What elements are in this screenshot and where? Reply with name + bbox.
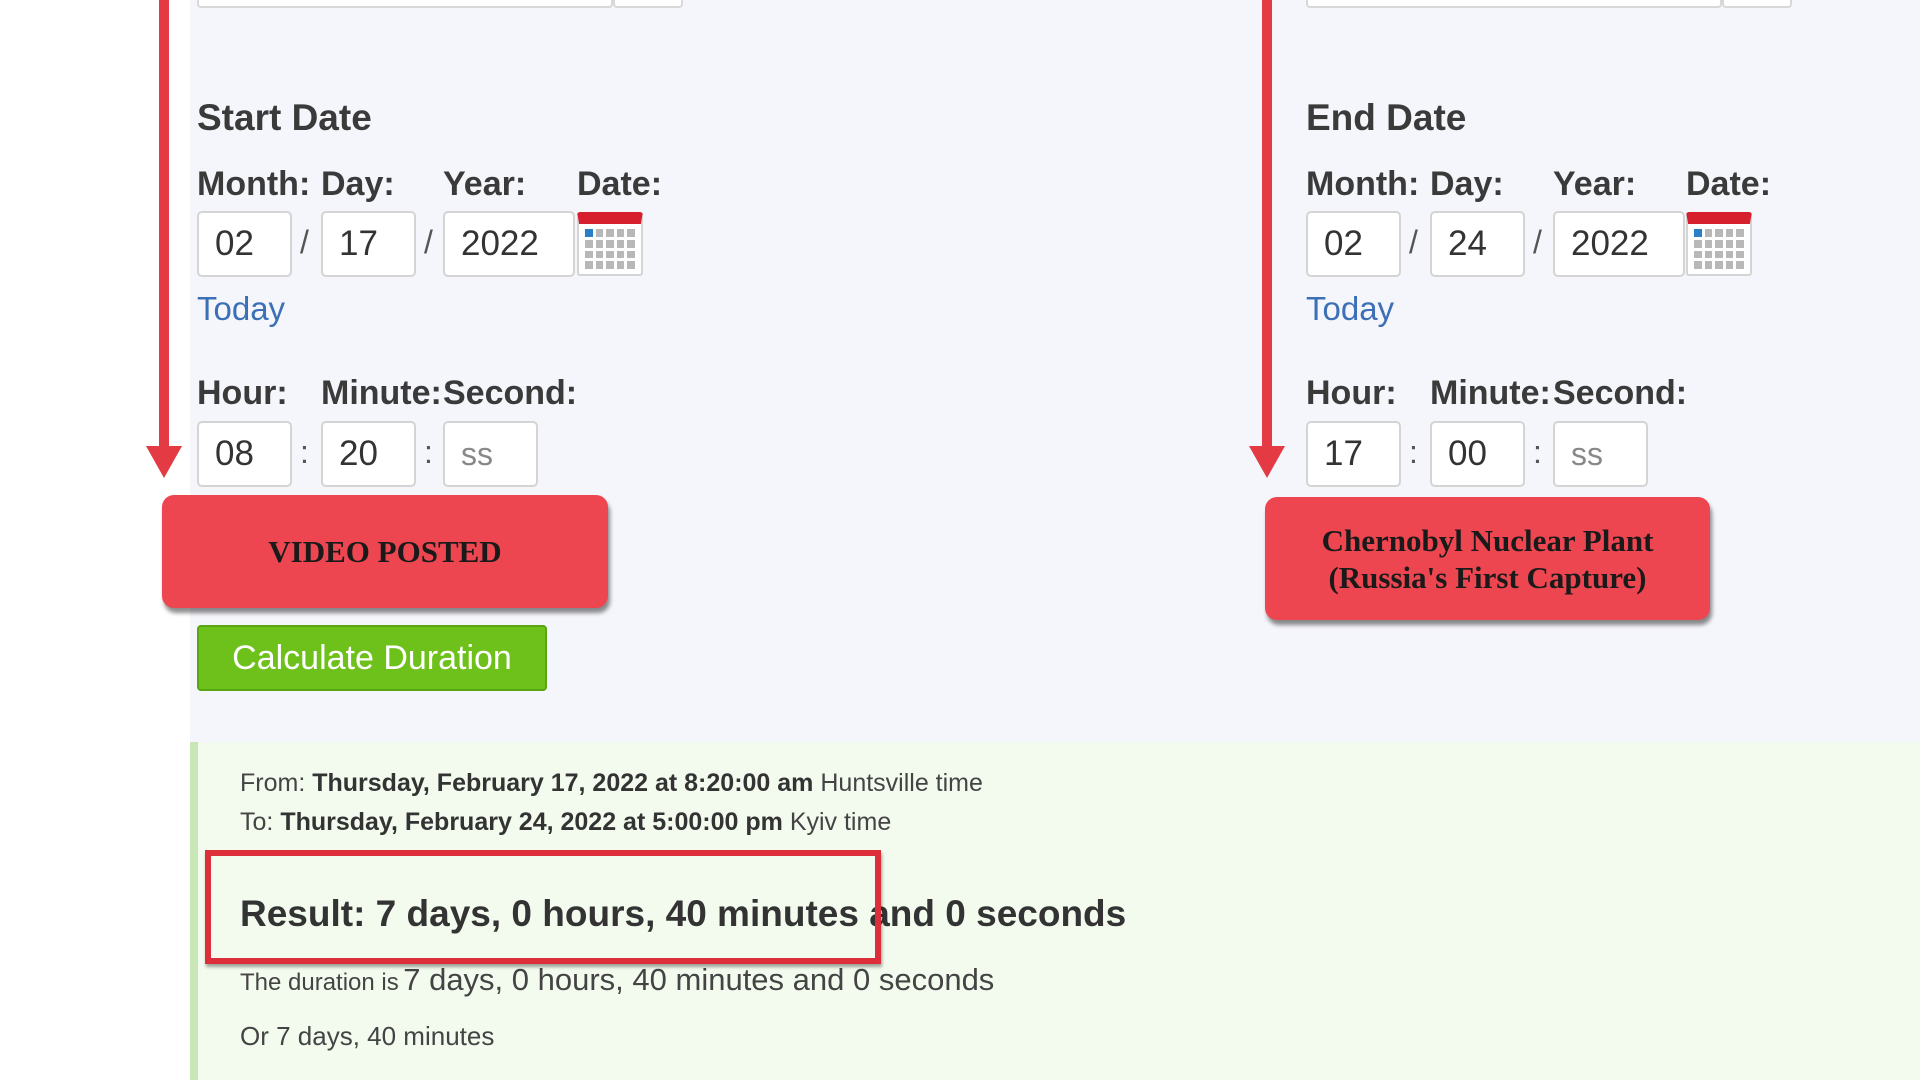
chernobyl-annotation-line-1: Chernobyl Nuclear Plant [1321,522,1654,558]
end-year-label: Year: [1553,165,1637,203]
result-highlight-box [205,850,881,964]
end-year-input[interactable]: 2022 [1553,211,1685,277]
start-minute-input[interactable]: 20 [321,421,416,487]
result-duration-prefix: The duration is [240,969,399,996]
start-year-input[interactable]: 2022 [443,211,575,277]
page: Start Date Month: Day: Year: Date: 02 / … [0,0,1920,1080]
end-time-separator-1: : [1409,434,1418,470]
end-hour-label: Hour: [1306,374,1397,412]
end-today-link[interactable]: Today [1306,290,1394,328]
start-date-separator-1: / [300,224,309,260]
end-hour-input[interactable]: 17 [1306,421,1401,487]
start-today-link[interactable]: Today [197,290,285,328]
start-day-input[interactable]: 17 [321,211,416,277]
start-time-separator-2: : [424,434,433,470]
start-hour-label: Hour: [197,374,288,412]
result-to-suffix: Kyiv time [789,808,892,836]
start-minute-label: Minute: [321,374,442,412]
timezone-button-start[interactable] [613,0,683,8]
end-second-label: Second: [1553,374,1688,412]
result-duration-line: The duration is 7 days, 0 hours, 40 minu… [240,962,994,998]
start-month-input[interactable]: 02 [197,211,292,277]
end-day-input[interactable]: 24 [1430,211,1525,277]
chernobyl-annotation: Chernobyl Nuclear Plant (Russia's First … [1265,497,1710,620]
end-second-input[interactable]: ss [1553,421,1648,487]
result-from-line: From: Thursday, February 17, 2022 at 8:2… [240,769,983,798]
end-day-label: Day: [1430,165,1504,203]
result-to-line: To: Thursday, February 24, 2022 at 5:00:… [240,808,891,837]
start-arrow-line [159,0,169,448]
end-date-separator-1: / [1409,224,1418,260]
result-from-suffix: Huntsville time [820,769,983,797]
result-alt-line: Or 7 days, 40 minutes [240,1021,495,1051]
result-from-prefix: From: [240,769,306,797]
end-arrow-head [1249,446,1285,478]
end-minute-label: Minute: [1430,374,1551,412]
timezone-select-start[interactable] [197,0,613,8]
end-date-picker-label: Date: [1686,165,1772,203]
start-month-label: Month: [197,165,311,203]
start-calendar-icon[interactable] [577,212,643,276]
timezone-button-end[interactable] [1722,0,1792,8]
start-year-label: Year: [443,165,527,203]
end-calendar-icon[interactable] [1686,212,1752,276]
start-second-label: Second: [443,374,578,412]
result-to-prefix: To: [240,808,274,836]
end-date-title: End Date [1306,97,1467,138]
end-time-separator-2: : [1533,434,1542,470]
start-date-picker-label: Date: [577,165,663,203]
start-date-title: Start Date [197,97,372,138]
end-date-separator-2: / [1533,224,1542,260]
calculate-duration-button[interactable]: Calculate Duration [197,625,547,691]
start-date-separator-2: / [424,224,433,260]
start-time-separator-1: : [300,434,309,470]
result-to-value: Thursday, February 24, 2022 at 5:00:00 p… [280,808,783,836]
start-day-label: Day: [321,165,395,203]
timezone-select-end[interactable] [1306,0,1722,8]
result-from-value: Thursday, February 17, 2022 at 8:20:00 a… [312,769,814,797]
end-arrow-line [1262,0,1272,448]
start-hour-input[interactable]: 08 [197,421,292,487]
end-month-input[interactable]: 02 [1306,211,1401,277]
start-arrow-head [146,446,182,478]
end-month-label: Month: [1306,165,1420,203]
video-posted-text: VIDEO POSTED [268,533,502,569]
chernobyl-annotation-line-2: (Russia's First Capture) [1328,559,1647,595]
end-minute-input[interactable]: 00 [1430,421,1525,487]
start-second-input[interactable]: ss [443,421,538,487]
result-duration-value: 7 days, 0 hours, 40 minutes and 0 second… [403,962,995,997]
video-posted-annotation: VIDEO POSTED [162,495,608,608]
